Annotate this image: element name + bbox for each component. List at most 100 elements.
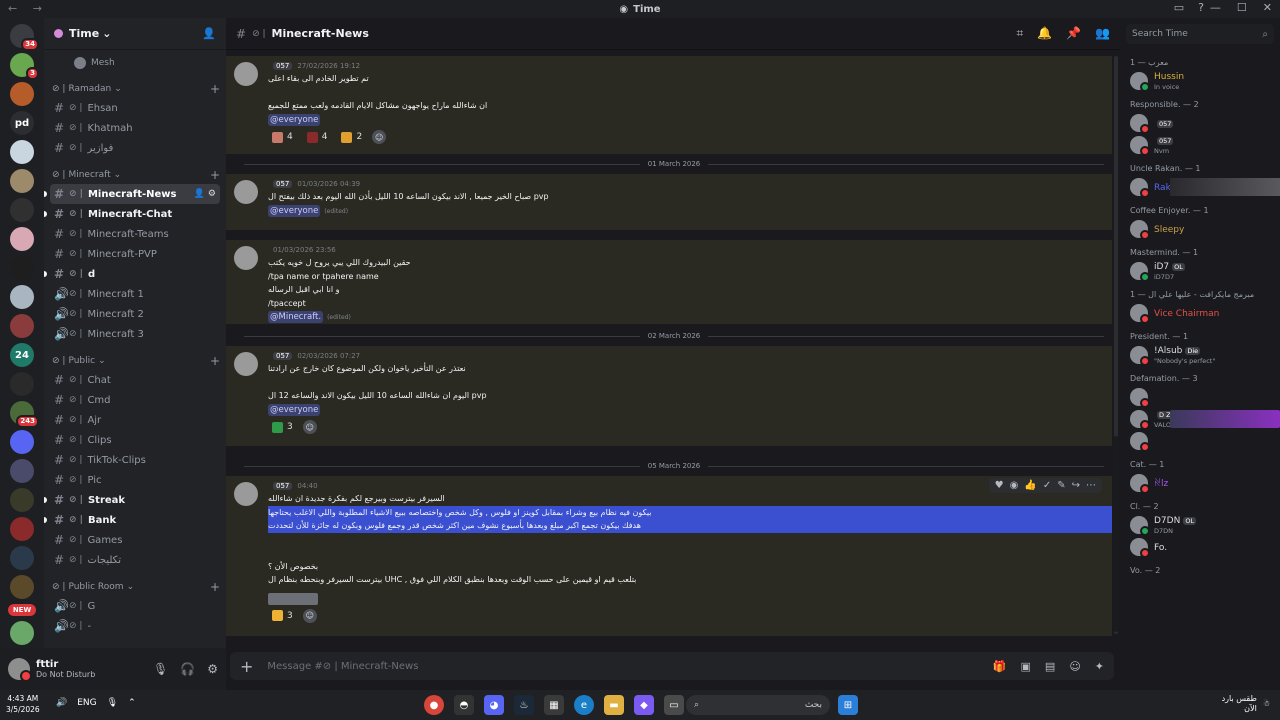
channel-cmd[interactable]: # ⊘ | Cmd xyxy=(50,390,220,410)
channel-minecraft-teams[interactable]: # ⊘ | Minecraft-Teams xyxy=(50,224,220,244)
channel-minecraft-2[interactable]: 🔊 ⊘ | Minecraft 2 xyxy=(50,304,220,324)
folder-icon[interactable]: ▬ xyxy=(604,695,624,715)
mic-icon[interactable]: 🎙 xyxy=(107,698,118,708)
reaction[interactable]: 4 xyxy=(303,130,332,144)
mention[interactable]: @everyone xyxy=(268,204,321,217)
category-0[interactable]: ⊘ | Ramadan ⌄ + xyxy=(50,80,220,98)
server-15-icon[interactable] xyxy=(10,430,34,454)
category-2[interactable]: ⊘ | Public ⌄ + xyxy=(50,352,220,370)
avatar[interactable] xyxy=(8,658,32,682)
windows-start-icon[interactable]: ⊞ xyxy=(838,695,858,715)
reaction[interactable]: 3 xyxy=(268,609,297,623)
member-item[interactable]: D ZVALORANT xyxy=(1130,408,1280,430)
channel-settings-icon[interactable]: 👤 ⚙ xyxy=(194,189,220,199)
channel--[interactable]: 🔊 ⊘ | - xyxy=(50,616,220,636)
apps-icon[interactable]: ✦ xyxy=(1095,660,1104,673)
channel-bank[interactable]: # ⊘ | Bank xyxy=(44,510,220,530)
chevron-up-icon[interactable]: ⌃ xyxy=(128,698,136,708)
server-17-icon[interactable] xyxy=(10,488,34,512)
server-7-icon[interactable] xyxy=(10,198,34,222)
mention[interactable]: @everyone xyxy=(268,113,321,126)
steam-icon[interactable]: ♨ xyxy=(514,695,534,715)
member-item[interactable]: !Alsub Die "Nobody's perfect" xyxy=(1130,344,1280,366)
channel-ajr[interactable]: # ⊘ | Ajr xyxy=(50,410,220,430)
gift-icon[interactable]: 🎁 xyxy=(993,660,1007,673)
clock[interactable]: 4:43 AM 3/5/2026 xyxy=(6,693,40,715)
taskbar-search[interactable]: ⌕ بحث xyxy=(686,695,830,715)
member-item[interactable]: D7DN OL D7DN xyxy=(1130,514,1280,536)
server-12-icon[interactable]: 24 xyxy=(10,343,34,367)
channel-ehsan[interactable]: # ⊘ | Ehsan xyxy=(50,98,220,118)
server-5-icon[interactable] xyxy=(10,140,34,164)
channel-minecraft-chat[interactable]: # ⊘ | Minecraft-Chat xyxy=(44,204,220,224)
heart-icon[interactable]: ♥ xyxy=(995,480,1004,491)
member-item[interactable]: Hussin In voice xyxy=(1130,70,1280,92)
channel-chat[interactable]: # ⊘ | Chat xyxy=(50,370,220,390)
server-pd-icon[interactable]: pd xyxy=(10,111,34,135)
volume-icon[interactable]: 🔊 xyxy=(56,698,67,708)
edge-icon[interactable]: e xyxy=(574,695,594,715)
scrollbar-thumb[interactable] xyxy=(1114,436,1118,632)
add-reaction-icon[interactable]: ☺ xyxy=(372,130,387,144)
bell-icon[interactable]: 🔔 xyxy=(1037,26,1052,41)
maximize-icon[interactable]: ☐ xyxy=(1237,1,1247,14)
server-14-icon[interactable]: 243 xyxy=(10,401,39,428)
server-16-icon[interactable] xyxy=(10,459,34,483)
reply-icon[interactable]: ↪ xyxy=(1072,480,1080,491)
guild-header[interactable]: Time ⌄ 👤 xyxy=(44,18,226,50)
channel-minecraft-news[interactable]: # ⊘ | Minecraft-News 👤 ⚙ xyxy=(44,184,220,204)
weather-widget[interactable]: طقس بارد الآن ☃ xyxy=(1222,694,1270,714)
channel-minecraft-1[interactable]: 🔊 ⊘ | Minecraft 1 xyxy=(50,284,220,304)
chrome-icon[interactable]: ● xyxy=(424,695,444,715)
github-icon[interactable]: ◓ xyxy=(454,695,474,715)
member-item[interactable]: Rakan xyxy=(1130,176,1280,198)
scrollbar[interactable] xyxy=(1114,56,1118,634)
add-channel-icon[interactable]: + xyxy=(210,168,220,182)
voice-user[interactable]: Mesh xyxy=(50,54,220,72)
avatar[interactable] xyxy=(234,352,258,376)
circle-icon[interactable]: ◉ xyxy=(1010,480,1019,491)
pin-icon[interactable]: 📌 xyxy=(1066,26,1081,41)
avatar[interactable] xyxy=(234,482,258,506)
more-icon[interactable]: ⋯ xyxy=(1086,480,1096,491)
store-icon[interactable]: ▦ xyxy=(544,695,564,715)
server-20-icon[interactable] xyxy=(10,575,34,599)
channel-games[interactable]: # ⊘ | Games xyxy=(50,530,220,550)
mention[interactable]: @everyone xyxy=(268,403,321,416)
channel-minecraft-pvp[interactable]: # ⊘ | Minecraft-PVP xyxy=(50,244,220,264)
channel-pic[interactable]: # ⊘ | Pic xyxy=(50,470,220,490)
discord-icon[interactable]: ◕ xyxy=(484,695,504,715)
emoji-icon[interactable]: ☺ xyxy=(1069,660,1080,673)
add-member-icon[interactable]: 👤 xyxy=(202,27,216,40)
channel-تكليجات[interactable]: # ⊘ | تكليجات xyxy=(50,550,220,570)
server-6-icon[interactable] xyxy=(10,169,34,193)
channel-g[interactable]: 🔊 ⊘ | G xyxy=(50,596,220,616)
minimize-icon[interactable]: — xyxy=(1210,1,1221,14)
avatar[interactable] xyxy=(234,62,258,86)
composer-placeholder[interactable]: Message #⊘ | Minecraft-News xyxy=(267,661,418,672)
threads-icon[interactable]: ⌗ xyxy=(1016,26,1023,41)
server-9-icon[interactable] xyxy=(10,256,34,280)
gif-icon[interactable]: ▣ xyxy=(1021,660,1031,673)
thumbs-up-icon[interactable]: 👍 xyxy=(1024,480,1036,491)
headphones-icon[interactable]: 🎧 xyxy=(180,662,195,676)
blurred-attachment[interactable] xyxy=(268,592,318,605)
server-21-icon[interactable] xyxy=(10,621,34,645)
add-channel-icon[interactable]: + xyxy=(210,354,220,368)
reaction[interactable]: 3 xyxy=(268,420,297,434)
pencil-icon[interactable]: ✎ xyxy=(1057,480,1065,491)
channel-minecraft-3[interactable]: 🔊 ⊘ | Minecraft 3 xyxy=(50,324,220,344)
add-reaction-icon[interactable]: ☺ xyxy=(302,608,317,623)
add-reaction-icon[interactable]: ☺ xyxy=(302,420,317,434)
add-channel-icon[interactable]: + xyxy=(210,580,220,594)
discord-home-icon[interactable]: 34 xyxy=(10,24,39,51)
add-channel-icon[interactable]: + xyxy=(210,82,220,96)
channel-khatmah[interactable]: # ⊘ | Khatmah xyxy=(50,118,220,138)
channel-streak[interactable]: # ⊘ | Streak xyxy=(44,490,220,510)
member-item[interactable]: ꋊlz xyxy=(1130,472,1280,494)
sticker-icon[interactable]: ▤ xyxy=(1045,660,1055,673)
member-item[interactable]: Fo. xyxy=(1130,536,1280,558)
member-item[interactable] xyxy=(1130,386,1280,408)
check-icon[interactable]: ✓ xyxy=(1043,480,1051,491)
member-item[interactable]: 057 xyxy=(1130,112,1280,134)
